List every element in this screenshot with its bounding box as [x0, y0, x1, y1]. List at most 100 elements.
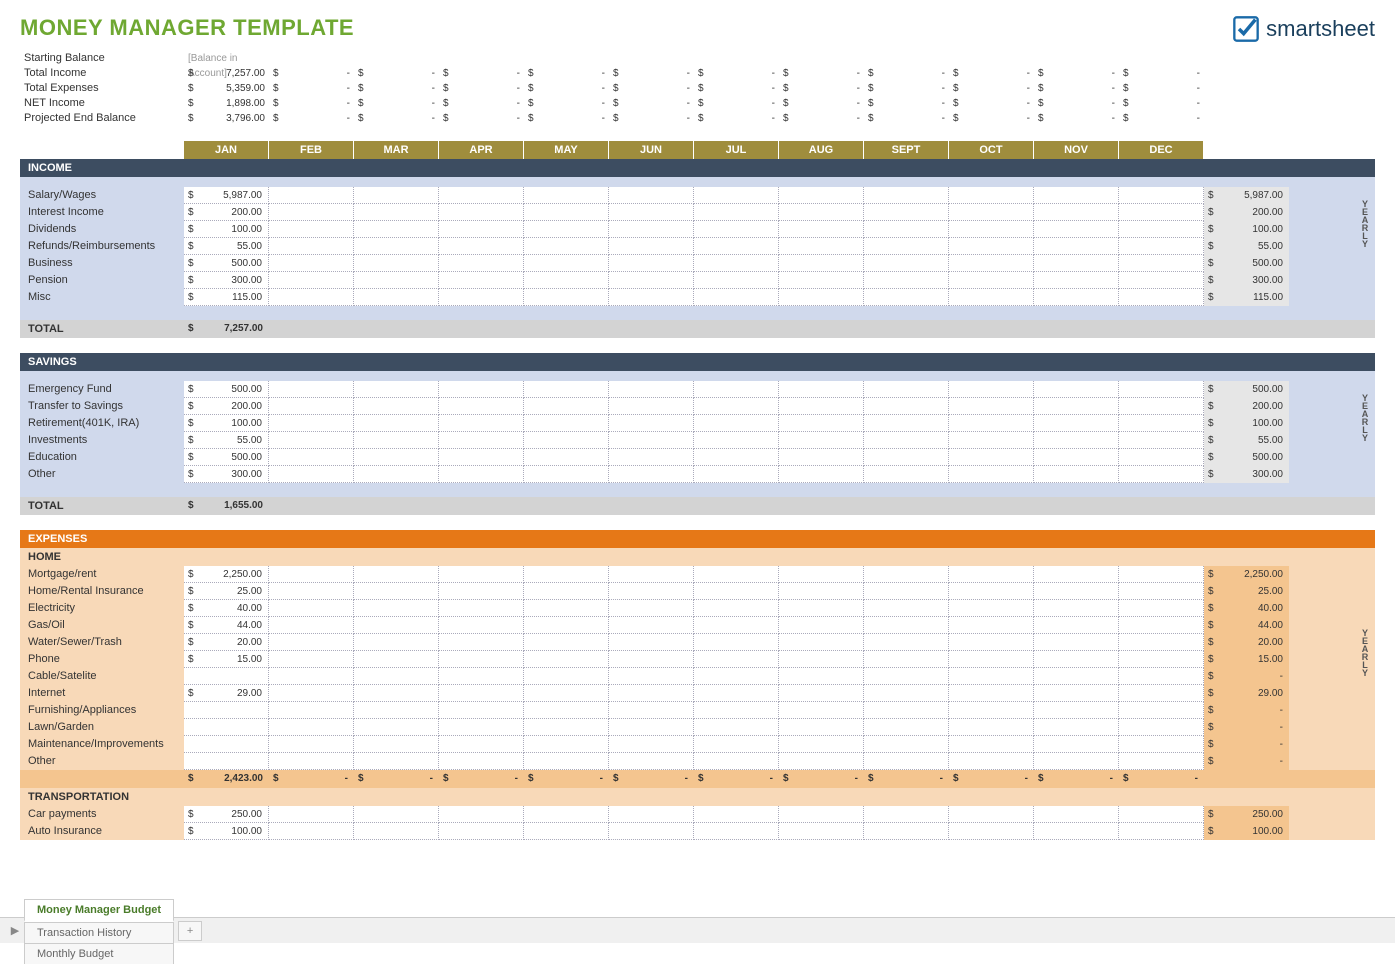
value-cell[interactable]	[609, 806, 694, 823]
value-cell[interactable]	[439, 806, 524, 823]
value-cell[interactable]	[694, 398, 779, 415]
value-cell[interactable]	[864, 255, 949, 272]
value-cell[interactable]: $100.00	[184, 415, 269, 432]
value-cell[interactable]	[1119, 651, 1204, 668]
value-cell[interactable]	[609, 668, 694, 685]
summary-cell[interactable]: $-	[354, 96, 439, 111]
value-cell[interactable]: $20.00	[184, 634, 269, 651]
summary-cell[interactable]: $-	[1034, 96, 1119, 111]
summary-cell[interactable]: $-	[1119, 96, 1204, 111]
value-cell[interactable]	[694, 651, 779, 668]
value-cell[interactable]	[184, 753, 269, 770]
value-cell[interactable]	[439, 415, 524, 432]
value-cell[interactable]	[864, 272, 949, 289]
value-cell[interactable]	[1119, 617, 1204, 634]
summary-cell[interactable]: $-	[694, 96, 779, 111]
value-cell[interactable]	[864, 449, 949, 466]
value-cell[interactable]	[609, 238, 694, 255]
value-cell[interactable]	[949, 583, 1034, 600]
value-cell[interactable]	[1119, 806, 1204, 823]
value-cell[interactable]	[439, 668, 524, 685]
value-cell[interactable]	[354, 753, 439, 770]
value-cell[interactable]	[354, 583, 439, 600]
value-cell[interactable]	[524, 617, 609, 634]
value-cell[interactable]	[1119, 398, 1204, 415]
value-cell[interactable]	[694, 566, 779, 583]
summary-cell[interactable]: $-	[1119, 111, 1204, 126]
value-cell[interactable]	[1119, 272, 1204, 289]
value-cell[interactable]	[354, 617, 439, 634]
value-cell[interactable]	[354, 719, 439, 736]
value-cell[interactable]	[354, 651, 439, 668]
value-cell[interactable]	[779, 719, 864, 736]
value-cell[interactable]	[439, 566, 524, 583]
sheet-tab[interactable]: Money Manager Budget	[24, 899, 174, 922]
summary-cell[interactable]: $-	[1034, 66, 1119, 81]
value-cell[interactable]	[1034, 566, 1119, 583]
summary-cell[interactable]: $-	[779, 111, 864, 126]
value-cell[interactable]	[779, 617, 864, 634]
value-cell[interactable]	[524, 651, 609, 668]
value-cell[interactable]	[694, 617, 779, 634]
value-cell[interactable]	[1034, 736, 1119, 753]
summary-cell[interactable]	[354, 51, 439, 66]
summary-cell[interactable]	[949, 51, 1034, 66]
value-cell[interactable]	[269, 719, 354, 736]
value-cell[interactable]	[439, 600, 524, 617]
value-cell[interactable]	[524, 668, 609, 685]
value-cell[interactable]	[269, 823, 354, 840]
value-cell[interactable]	[1034, 651, 1119, 668]
value-cell[interactable]	[949, 381, 1034, 398]
value-cell[interactable]	[779, 466, 864, 483]
value-cell[interactable]	[354, 668, 439, 685]
value-cell[interactable]	[609, 381, 694, 398]
value-cell[interactable]	[609, 634, 694, 651]
value-cell[interactable]	[779, 753, 864, 770]
value-cell[interactable]	[779, 685, 864, 702]
value-cell[interactable]	[949, 668, 1034, 685]
value-cell[interactable]	[269, 617, 354, 634]
summary-cell[interactable]: $-	[694, 81, 779, 96]
value-cell[interactable]	[269, 702, 354, 719]
value-cell[interactable]: $300.00	[184, 466, 269, 483]
value-cell[interactable]	[269, 221, 354, 238]
value-cell[interactable]	[609, 702, 694, 719]
value-cell[interactable]	[269, 204, 354, 221]
value-cell[interactable]	[779, 289, 864, 306]
value-cell[interactable]	[354, 806, 439, 823]
value-cell[interactable]	[949, 823, 1034, 840]
value-cell[interactable]: $15.00	[184, 651, 269, 668]
value-cell[interactable]	[524, 685, 609, 702]
summary-cell[interactable]: $-	[354, 111, 439, 126]
value-cell[interactable]	[609, 187, 694, 204]
value-cell[interactable]	[694, 719, 779, 736]
value-cell[interactable]	[269, 415, 354, 432]
value-cell[interactable]	[779, 449, 864, 466]
value-cell[interactable]	[949, 651, 1034, 668]
value-cell[interactable]	[864, 466, 949, 483]
value-cell[interactable]	[864, 685, 949, 702]
value-cell[interactable]	[524, 566, 609, 583]
value-cell[interactable]	[779, 204, 864, 221]
value-cell[interactable]	[439, 651, 524, 668]
value-cell[interactable]	[524, 255, 609, 272]
value-cell[interactable]	[354, 204, 439, 221]
value-cell[interactable]	[949, 566, 1034, 583]
value-cell[interactable]	[694, 238, 779, 255]
value-cell[interactable]	[864, 566, 949, 583]
value-cell[interactable]	[524, 466, 609, 483]
value-cell[interactable]	[609, 432, 694, 449]
value-cell[interactable]	[864, 238, 949, 255]
summary-cell[interactable]: $-	[269, 66, 354, 81]
value-cell[interactable]	[949, 685, 1034, 702]
value-cell[interactable]	[949, 806, 1034, 823]
value-cell[interactable]	[1119, 702, 1204, 719]
value-cell[interactable]	[439, 289, 524, 306]
summary-cell[interactable]: $-	[864, 66, 949, 81]
value-cell[interactable]	[949, 187, 1034, 204]
value-cell[interactable]	[439, 617, 524, 634]
summary-cell[interactable]: $-	[864, 96, 949, 111]
value-cell[interactable]	[949, 432, 1034, 449]
value-cell[interactable]	[1119, 566, 1204, 583]
summary-cell[interactable]: $-	[864, 81, 949, 96]
